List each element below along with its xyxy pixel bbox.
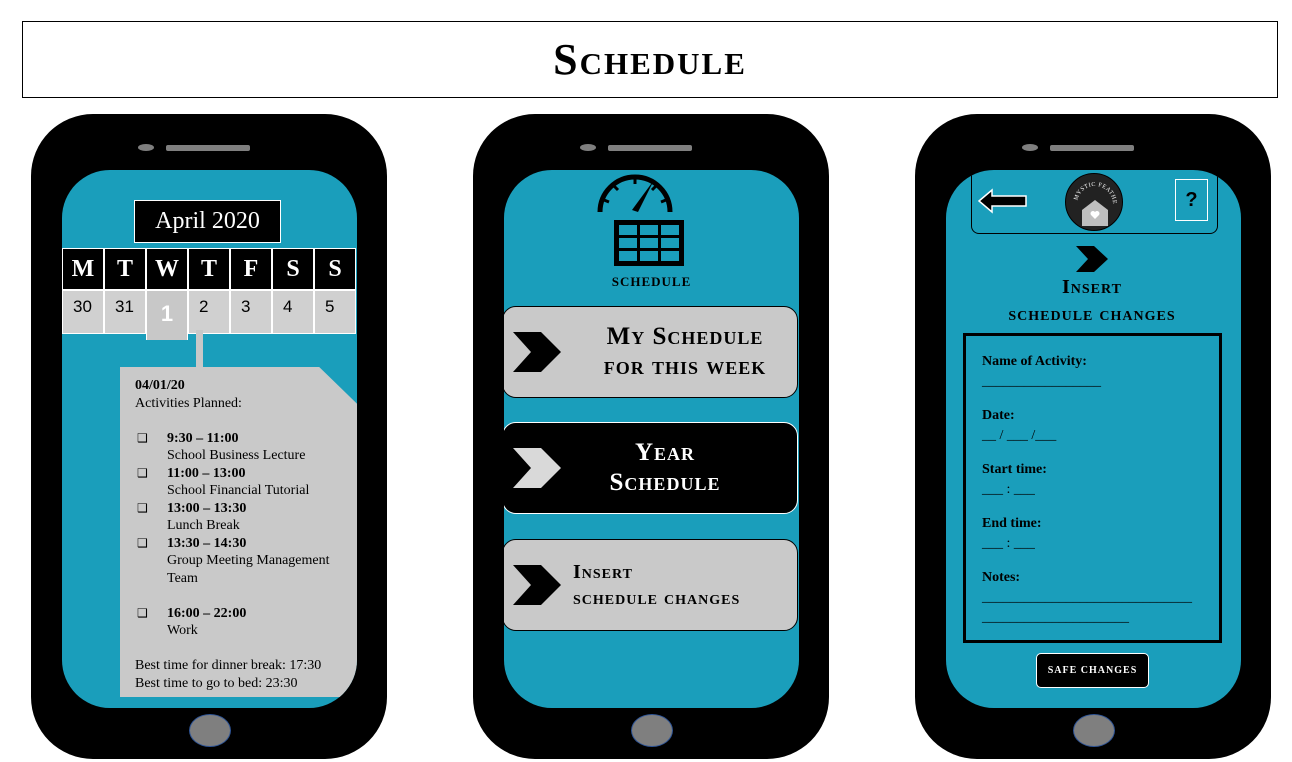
checkbox-icon[interactable]: ❑ (135, 605, 167, 640)
camera (138, 144, 154, 151)
camera (580, 144, 596, 151)
camera (1022, 144, 1038, 151)
activity-time: 13:30 – 14:30 (167, 535, 247, 551)
phone-calendar: April 2020 M T W T F S S 30 31 1 2 3 4 5 (31, 114, 387, 759)
day-connector (196, 330, 203, 368)
button-label-line1: Insert (573, 561, 633, 583)
button-label-line2: for this week (603, 353, 767, 380)
best-bed-time: Best time to go to bed: 23:30 (135, 675, 298, 691)
calendar-screen: April 2020 M T W T F S S 30 31 1 2 3 4 5 (62, 170, 357, 708)
logo-text: MYSTIC FEATHERS (1064, 170, 1117, 205)
calendar-grid: M T W T F S S 30 31 1 2 3 4 5 (62, 248, 356, 340)
date-field[interactable]: __ / ___ /___ (982, 426, 1219, 446)
change-form: Name of Activity: _________________ Date… (963, 333, 1222, 643)
app-logo[interactable]: MYSTIC FEATHERS (1064, 170, 1123, 231)
year-schedule-button[interactable]: Year Schedule (504, 422, 798, 514)
activity-item: ❑ 13:00 – 13:30 Lunch Break (135, 500, 357, 535)
activity-item: ❑ 11:00 – 13:00 School Financial Tutorial (135, 465, 357, 500)
activity-item: ❑ 16:00 – 22:00 Work (135, 605, 357, 640)
days-row: 30 31 1 2 3 4 5 (62, 290, 356, 340)
button-label-line2: Schedule (609, 469, 721, 496)
home-button[interactable] (1073, 714, 1115, 747)
day-cell[interactable]: 30 (62, 290, 104, 334)
day-cell[interactable]: 4 (272, 290, 314, 334)
schedule-icon-label: schedule (611, 270, 692, 291)
weekday-sun: S (314, 248, 356, 290)
home-button[interactable] (189, 714, 231, 747)
button-label-line1: My Schedule (606, 323, 764, 350)
table-icon (614, 220, 684, 266)
weekday-tue: T (104, 248, 146, 290)
best-dinner-time: Best time for dinner break: 17:30 (135, 658, 322, 673)
weekday-sat: S (272, 248, 314, 290)
back-arrow-icon[interactable] (977, 188, 1028, 219)
chevron-right-icon (504, 306, 573, 398)
activity-item: ❑ 9:30 – 11:00 School Business Lecture (135, 430, 357, 465)
start-time-label: Start time: (982, 462, 1047, 477)
date-label: Date: (982, 408, 1015, 423)
checkbox-icon[interactable]: ❑ (135, 535, 167, 588)
activity-item: ❑ 13:30 – 14:30 Group Meeting Management … (135, 535, 357, 588)
notes-field-line2[interactable]: _____________________ (982, 608, 1219, 628)
speaker (608, 145, 692, 151)
insert-title-line1: Insert (1062, 276, 1122, 298)
notes-field-line1[interactable]: ______________________________ (982, 588, 1219, 608)
home-button[interactable] (631, 714, 673, 747)
details-date: 04/01/20 (135, 378, 185, 393)
notes-label: Notes: (982, 570, 1021, 585)
chevron-right-icon (1076, 246, 1110, 277)
phone-insert-changes: MYSTIC FEATHERS ? Insert schedule change… (915, 114, 1271, 759)
page-title: Schedule (553, 34, 747, 84)
activity-time: 13:00 – 13:30 (167, 500, 247, 516)
weekday-mon: M (62, 248, 104, 290)
phone-menu: schedule My Schedule for this week Year Sc… (473, 114, 829, 759)
insert-title-line2: schedule changes (1008, 303, 1176, 325)
day-cell[interactable]: 2 (188, 290, 230, 334)
activity-desc: School Financial Tutorial (167, 483, 310, 498)
day-cell[interactable]: 3 (230, 290, 272, 334)
activity-time: 9:30 – 11:00 (167, 430, 239, 446)
month-title[interactable]: April 2020 (134, 200, 281, 243)
speaker (1050, 145, 1134, 151)
top-nav-bar: MYSTIC FEATHERS ? (971, 170, 1218, 234)
button-label-line2: schedule changes (573, 587, 741, 609)
activity-time: 16:00 – 22:00 (167, 605, 247, 621)
activities-header: Activities Planned: (135, 395, 242, 411)
checkbox-icon[interactable]: ❑ (135, 500, 167, 535)
end-time-label: End time: (982, 516, 1042, 531)
chevron-right-icon (504, 422, 573, 514)
menu-screen: schedule My Schedule for this week Year Sc… (504, 170, 799, 708)
weekday-thu: T (188, 248, 230, 290)
svg-text:MYSTIC FEATHERS: MYSTIC FEATHERS (1066, 174, 1117, 205)
gauge-icon (597, 174, 673, 213)
name-field[interactable]: _________________ (982, 372, 1219, 392)
chevron-right-icon (504, 539, 573, 631)
insert-title: Insert schedule changes (946, 274, 1238, 328)
insert-changes-button[interactable]: Insert schedule changes (504, 539, 798, 631)
name-label: Name of Activity: (982, 354, 1087, 369)
save-changes-button[interactable]: SAFE CHANGES (1036, 653, 1149, 688)
help-button[interactable]: ? (1175, 179, 1208, 221)
day-details-card: 04/01/20 Activities Planned: ❑ 9:30 – 11… (120, 367, 357, 697)
activity-desc: School Business Lecture (167, 448, 306, 463)
activity-desc: Group Meeting Management Team (167, 553, 330, 586)
day-cell[interactable]: 5 (314, 290, 356, 334)
start-time-field[interactable]: ___ : ___ (982, 480, 1219, 500)
activity-time: 11:00 – 13:00 (167, 465, 246, 481)
weekday-wed: W (146, 248, 188, 290)
my-schedule-week-button[interactable]: My Schedule for this week (504, 306, 798, 398)
button-label-line1: Year (634, 439, 696, 466)
checkbox-icon[interactable]: ❑ (135, 465, 167, 500)
day-cell-selected[interactable]: 1 (146, 290, 188, 340)
day-cell[interactable]: 31 (104, 290, 146, 334)
activity-desc: Work (167, 623, 198, 638)
activity-desc: Lunch Break (167, 518, 240, 533)
end-time-field[interactable]: ___ : ___ (982, 534, 1219, 554)
insert-screen: MYSTIC FEATHERS ? Insert schedule change… (946, 170, 1241, 708)
checkbox-icon[interactable]: ❑ (135, 430, 167, 465)
weekday-fri: F (230, 248, 272, 290)
weekday-header-row: M T W T F S S (62, 248, 356, 290)
speaker (166, 145, 250, 151)
page-title-box: Schedule (22, 21, 1278, 98)
